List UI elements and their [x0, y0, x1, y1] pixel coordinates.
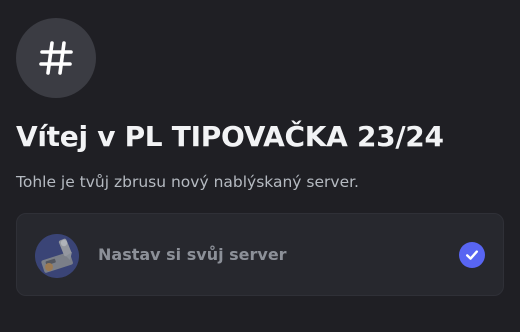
welcome-screen: Vítej v PL TIPOVAČKA 23/24 Tohle je tvůj… [0, 0, 520, 332]
page-title: Vítej v PL TIPOVAČKA 23/24 [16, 120, 444, 153]
server-setup-illustration-icon [35, 234, 79, 278]
setup-server-card[interactable]: Nastav si svůj server [16, 213, 504, 296]
hashtag-icon [16, 18, 96, 98]
page-subtitle: Tohle je tvůj zbrusu nový nablýskaný ser… [16, 173, 359, 191]
setup-server-label: Nastav si svůj server [98, 245, 287, 264]
checkmark-circle-icon [459, 242, 485, 268]
